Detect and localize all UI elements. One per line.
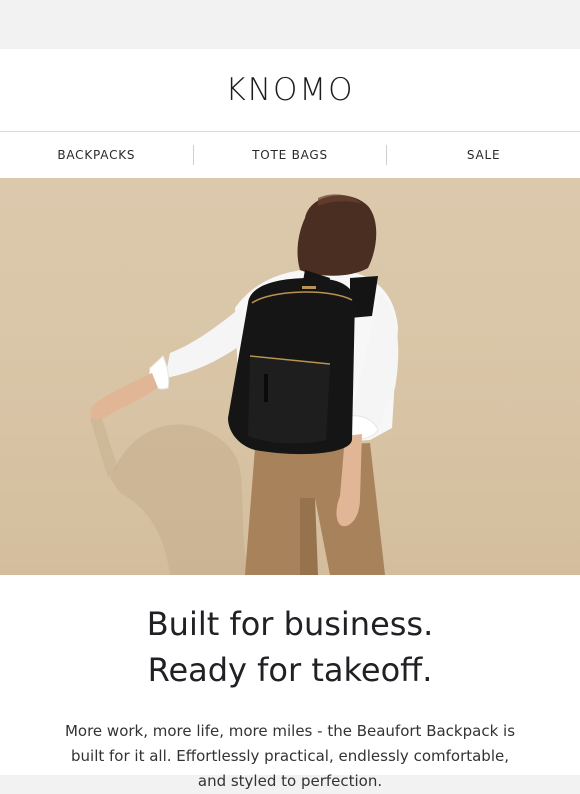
category-nav: BACKPACKS TOTE BAGS SALE: [0, 132, 580, 178]
hero-image[interactable]: [0, 178, 580, 575]
zipper-pull: [264, 374, 268, 402]
knomo-logo[interactable]: KNOMO: [225, 72, 354, 108]
backpack-front-pocket: [248, 356, 330, 444]
forearm-left: [90, 373, 158, 420]
hair: [297, 195, 377, 276]
body-copy: More work, more life, more miles - the B…: [64, 722, 516, 790]
hero-illustration: [90, 194, 399, 575]
top-spacer: [0, 0, 580, 49]
nav-item-tote-bags[interactable]: TOTE BAGS: [194, 145, 388, 165]
nav-item-backpacks[interactable]: BACKPACKS: [0, 145, 194, 165]
email-header: KNOMO: [0, 49, 580, 132]
backpack-logo-plate: [302, 286, 316, 289]
headline-line-2: Ready for takeoff.: [147, 651, 433, 689]
wall-shadow: [110, 424, 250, 575]
arm-shadow: [90, 413, 118, 478]
headline-line-1: Built for business.: [146, 605, 434, 643]
headline: Built for business. Ready for takeoff.: [0, 601, 580, 693]
promo-content: Built for business. Ready for takeoff. M…: [0, 575, 580, 790]
nav-item-sale[interactable]: SALE: [387, 145, 580, 165]
trouser-fold: [300, 498, 318, 575]
